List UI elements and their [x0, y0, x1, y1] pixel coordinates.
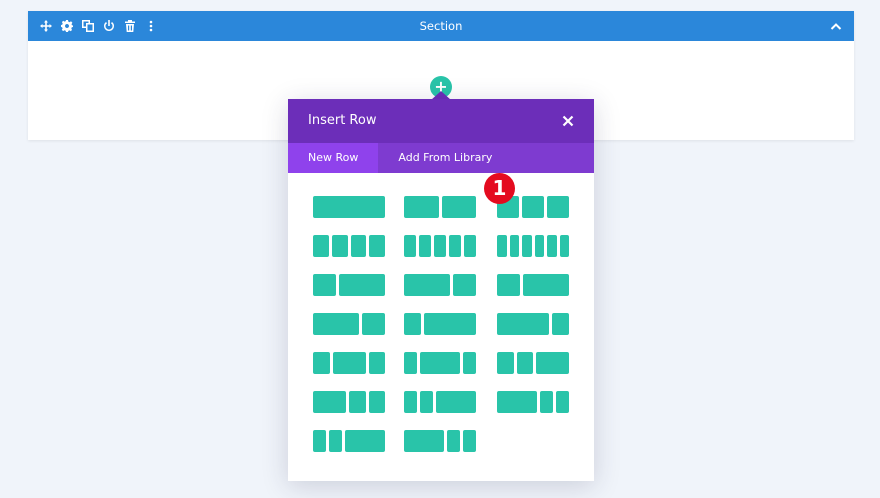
layout-column: [434, 235, 446, 257]
layout-column: [313, 196, 385, 218]
tab-add-from-library[interactable]: Add From Library: [378, 143, 512, 173]
layout-column: [453, 274, 476, 296]
layout-option[interactable]: [313, 352, 385, 374]
layout-column: [404, 430, 444, 452]
layout-column: [404, 274, 450, 296]
modal-title: Insert Row: [308, 113, 377, 128]
layout-column: [313, 352, 330, 374]
layout-column: [497, 352, 514, 374]
chevron-up-icon[interactable]: [830, 18, 846, 34]
layout-column: [441, 196, 476, 218]
layout-option[interactable]: [313, 196, 385, 218]
layout-column: [464, 235, 476, 257]
layout-column: [331, 235, 348, 257]
layout-column: [368, 352, 385, 374]
layout-column: [497, 313, 549, 335]
layout-column: [516, 352, 533, 374]
layout-column: [313, 235, 329, 257]
layout-column: [404, 391, 418, 413]
layout-column: [559, 235, 569, 257]
layout-column: [446, 430, 460, 452]
layout-option[interactable]: [404, 196, 476, 218]
close-icon[interactable]: [560, 113, 576, 129]
modal-tabs: New Row Add From Library: [288, 143, 594, 173]
layout-option[interactable]: [313, 274, 385, 296]
layout-column: [497, 274, 520, 296]
layout-column: [345, 430, 385, 452]
layout-column: [509, 235, 519, 257]
layout-column: [404, 313, 422, 335]
layout-column: [350, 235, 367, 257]
layout-column: [369, 235, 385, 257]
layout-column: [404, 352, 418, 374]
layout-column: [534, 235, 544, 257]
layout-column: [420, 391, 434, 413]
modal-header: Insert Row: [288, 99, 594, 143]
layout-column: [497, 235, 507, 257]
layout-column: [497, 391, 537, 413]
layout-column: [436, 391, 476, 413]
layout-column: [523, 274, 569, 296]
layout-column: [339, 274, 385, 296]
insert-row-modal: Insert Row New Row Add From Library: [288, 99, 594, 481]
layout-column: [462, 430, 476, 452]
layout-option[interactable]: [404, 313, 476, 335]
layout-column: [536, 352, 569, 374]
layout-column: [522, 196, 544, 218]
section-title: Section: [419, 19, 463, 33]
layout-column: [555, 391, 569, 413]
step-badge: 1: [484, 173, 515, 204]
layout-option[interactable]: [404, 430, 476, 452]
layout-column: [368, 391, 385, 413]
layout-option[interactable]: [497, 391, 569, 413]
layout-column: [551, 313, 569, 335]
layout-column: [329, 430, 343, 452]
layout-column: [313, 430, 327, 452]
layout-option[interactable]: [497, 235, 569, 257]
tab-new-row[interactable]: New Row: [288, 143, 379, 173]
layout-option[interactable]: [404, 352, 476, 374]
layout-option[interactable]: [313, 235, 385, 257]
layout-column: [462, 352, 476, 374]
layout-column: [313, 391, 346, 413]
layout-column: [522, 235, 532, 257]
layout-option[interactable]: [313, 430, 385, 452]
layout-column: [349, 391, 366, 413]
layout-column: [313, 313, 359, 335]
layout-column: [420, 352, 460, 374]
layout-option[interactable]: [404, 391, 476, 413]
layout-column: [332, 352, 366, 374]
layout-column: [404, 235, 416, 257]
layout-column: [547, 235, 557, 257]
layout-option[interactable]: [497, 274, 569, 296]
layout-option[interactable]: [497, 352, 569, 374]
section-toolbar: Section: [28, 11, 854, 41]
layout-option[interactable]: [404, 235, 476, 257]
layout-column: [449, 235, 461, 257]
layout-option[interactable]: [313, 391, 385, 413]
layout-column: [547, 196, 569, 218]
layout-option[interactable]: [313, 313, 385, 335]
layout-column: [362, 313, 385, 335]
layout-column: [539, 391, 553, 413]
layout-column: [419, 235, 431, 257]
layout-column: [424, 313, 476, 335]
layout-column: [404, 196, 439, 218]
layout-option[interactable]: [497, 313, 569, 335]
layout-column: [313, 274, 336, 296]
layout-option[interactable]: [404, 274, 476, 296]
